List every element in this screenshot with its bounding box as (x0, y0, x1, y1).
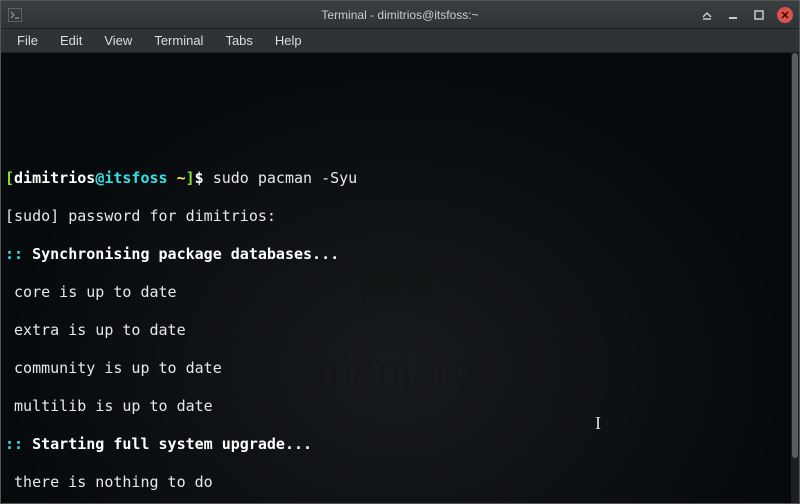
menu-tabs[interactable]: Tabs (215, 31, 262, 50)
terminal-area-wrap: manjaro [dimitrios@itsfoss ~]$ sudo pacm… (1, 53, 799, 503)
scrollbar[interactable] (791, 53, 799, 503)
terminal-area[interactable]: manjaro [dimitrios@itsfoss ~]$ sudo pacm… (1, 53, 791, 503)
terminal-line: extra is up to date (5, 321, 787, 340)
terminal-line: [sudo] password for dimitrios: (5, 207, 787, 226)
menu-file[interactable]: File (7, 31, 48, 50)
menubar: File Edit View Terminal Tabs Help (1, 29, 799, 53)
menu-edit[interactable]: Edit (50, 31, 92, 50)
terminal-line: core is up to date (5, 283, 787, 302)
terminal-content: [dimitrios@itsfoss ~]$ sudo pacman -Syu … (5, 150, 787, 503)
minimize-icon[interactable] (725, 7, 741, 23)
ibeam-cursor-icon: I (595, 414, 601, 433)
terminal-line: multilib is up to date (5, 397, 787, 416)
shade-icon[interactable] (699, 7, 715, 23)
terminal-line: :: Synchronising package databases... (5, 245, 787, 264)
maximize-icon[interactable] (751, 7, 767, 23)
scrollbar-thumb[interactable] (792, 53, 798, 458)
terminal-line: there is nothing to do (5, 473, 787, 492)
titlebar[interactable]: Terminal - dimitrios@itsfoss:~ (1, 1, 799, 29)
menu-terminal[interactable]: Terminal (144, 31, 213, 50)
terminal-line: :: Starting full system upgrade... (5, 435, 787, 454)
menu-help[interactable]: Help (265, 31, 312, 50)
window-title: Terminal - dimitrios@itsfoss:~ (1, 8, 799, 22)
terminal-line: community is up to date (5, 359, 787, 378)
command-text: sudo pacman -Syu (213, 169, 358, 187)
close-icon[interactable] (777, 7, 793, 23)
window-controls (699, 7, 793, 23)
menu-view[interactable]: View (94, 31, 142, 50)
terminal-window: Terminal - dimitrios@itsfoss:~ File Edit… (0, 0, 800, 504)
terminal-app-icon (7, 7, 23, 23)
terminal-line: [dimitrios@itsfoss ~]$ sudo pacman -Syu (5, 169, 787, 188)
